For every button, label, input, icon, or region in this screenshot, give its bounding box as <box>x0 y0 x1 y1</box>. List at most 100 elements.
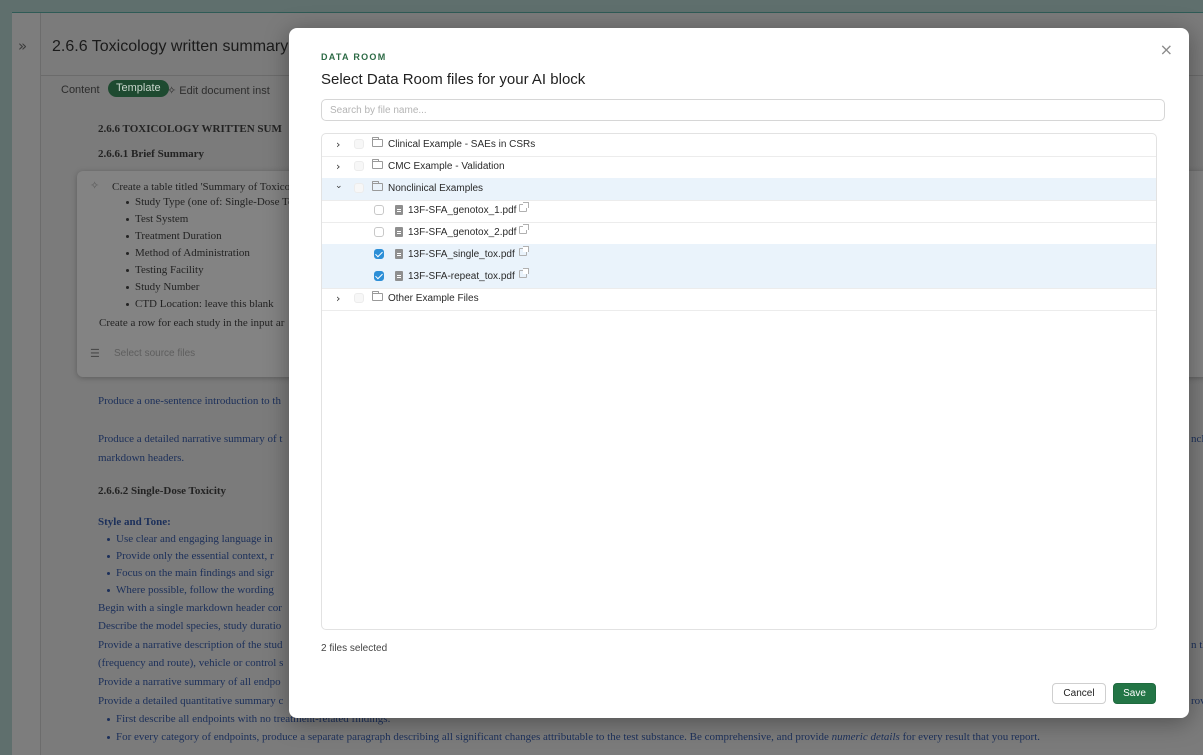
folder-icon <box>372 159 383 169</box>
instruction-line: Provide a detailed quantitative summary … <box>98 695 284 707</box>
instruction-paragraph: markdown headers. <box>98 452 185 464</box>
checkbox[interactable] <box>354 139 364 149</box>
bullet <box>126 269 129 272</box>
tree-folder-nonclinical[interactable]: ⌄ Nonclinical Examples <box>322 178 1156 201</box>
instruction-line: Provide a narrative description of the s… <box>98 639 283 651</box>
sparkle-icon: ✧ <box>90 180 100 192</box>
style-tone-heading: Style and Tone: <box>98 516 171 528</box>
instruction-overflow: n th <box>1191 639 1203 651</box>
close-icon[interactable]: × <box>1160 40 1173 59</box>
list-item: Use clear and engaging language in <box>116 533 273 545</box>
tree-folder-other[interactable]: › Other Example Files <box>322 288 1156 311</box>
checkbox-checked[interactable] <box>374 249 384 259</box>
bullet <box>107 572 110 575</box>
subsection-heading: 2.6.6.1 Brief Summary <box>98 148 205 160</box>
tab-template[interactable]: Template <box>108 80 169 97</box>
bullet <box>107 555 110 558</box>
expand-sidebar-icon[interactable]: » <box>18 37 27 55</box>
open-external-icon[interactable] <box>519 202 529 212</box>
section-heading: 2.6.6 TOXICOLOGY WRITTEN SUM <box>98 123 282 135</box>
folder-icon <box>372 181 383 191</box>
checkbox[interactable] <box>374 227 384 237</box>
bullet <box>126 218 129 221</box>
document-title: 2.6.6 Toxicology written summary <box>52 38 289 55</box>
sidebar-collapse[interactable]: » <box>12 13 41 755</box>
checkbox-checked[interactable] <box>374 271 384 281</box>
select-source-files[interactable]: Select source files <box>114 348 195 359</box>
checkbox[interactable] <box>354 293 364 303</box>
instruction-overflow: ncl <box>1191 433 1203 445</box>
tree-item-label: Other Example Files <box>388 293 479 304</box>
open-external-icon[interactable] <box>519 224 529 234</box>
open-external-icon[interactable] <box>519 246 529 256</box>
file-icon <box>395 271 403 281</box>
bullet <box>126 303 129 306</box>
instruction-overflow: rov <box>1191 695 1203 707</box>
selection-count: 2 files selected <box>321 643 388 654</box>
sparkle-icon: ✧ <box>167 85 180 97</box>
instruction-line: Begin with a single markdown header cor <box>98 602 282 614</box>
file-icon <box>395 227 403 237</box>
instruction-line: (frequency and route), vehicle or contro… <box>98 657 284 669</box>
save-button[interactable]: Save <box>1113 683 1156 704</box>
tab-content[interactable]: Content <box>61 84 100 96</box>
subsection-heading: 2.6.6.2 Single-Dose Toxicity <box>98 485 227 497</box>
list-item: Where possible, follow the wording <box>116 584 274 596</box>
bullet <box>126 286 129 289</box>
list-item: Focus on the main findings and sigr <box>116 567 274 579</box>
edit-instructions-button[interactable]: ✧ Edit document inst <box>167 84 270 97</box>
bullet <box>107 538 110 541</box>
tree-file-genotox-2[interactable]: 13F-SFA_genotox_2.pdf <box>322 222 1156 245</box>
tree-item-label: 13F-SFA_genotox_2.pdf <box>408 227 517 238</box>
bullet <box>126 235 129 238</box>
modal-eyebrow: DATA ROOM <box>321 52 387 62</box>
checkbox[interactable] <box>354 161 364 171</box>
tree-file-single-tox[interactable]: 13F-SFA_single_tox.pdf <box>322 244 1156 267</box>
chevron-right-icon[interactable]: › <box>336 292 340 305</box>
list-item: CTD Location: leave this blank <box>135 298 274 310</box>
filter-icon[interactable]: ☰ <box>90 347 100 360</box>
checkbox[interactable] <box>354 183 364 193</box>
folder-icon <box>372 137 383 147</box>
bullet <box>126 201 129 204</box>
list-item: Testing Facility <box>135 264 204 276</box>
list-item: For every category of endpoints, produce… <box>116 731 1041 743</box>
instruction-line: Describe the model species, study durati… <box>98 620 282 632</box>
data-room-modal: DATA ROOM Select Data Room files for you… <box>289 28 1189 718</box>
cancel-button[interactable]: Cancel <box>1052 683 1106 704</box>
tree-item-label: Clinical Example - SAEs in CSRs <box>388 139 536 150</box>
checkbox[interactable] <box>374 205 384 215</box>
search-input[interactable] <box>321 99 1165 121</box>
open-external-icon[interactable] <box>519 268 529 278</box>
tree-item-label: 13F-SFA_single_tox.pdf <box>408 249 515 260</box>
list-item: Study Type (one of: Single-Dose To <box>135 196 294 208</box>
list-item: Study Number <box>135 281 200 293</box>
chevron-down-icon[interactable]: ⌄ <box>335 181 343 191</box>
folder-icon <box>372 291 383 301</box>
tree-item-label: 13F-SFA-repeat_tox.pdf <box>408 271 515 282</box>
ai-block-intro: Create a table titled 'Summary of Toxico… <box>112 181 299 193</box>
tree-file-genotox-1[interactable]: 13F-SFA_genotox_1.pdf <box>322 200 1156 223</box>
tree-folder-cmc[interactable]: › CMC Example - Validation <box>322 156 1156 179</box>
tree-item-label: CMC Example - Validation <box>388 161 505 172</box>
tree-folder-clinical[interactable]: › Clinical Example - SAEs in CSRs <box>322 134 1156 157</box>
bullet <box>126 252 129 255</box>
tree-file-repeat-tox[interactable]: 13F-SFA-repeat_tox.pdf <box>322 266 1156 289</box>
file-tree: › Clinical Example - SAEs in CSRs › CMC … <box>321 133 1157 630</box>
bullet <box>107 736 110 739</box>
chevron-right-icon[interactable]: › <box>336 160 340 173</box>
file-icon <box>395 249 403 259</box>
instruction-line: Provide a narrative summary of all endpo <box>98 676 281 688</box>
list-item: Treatment Duration <box>135 230 222 242</box>
list-item: Test System <box>135 213 189 225</box>
instruction-paragraph: Produce a detailed narrative summary of … <box>98 433 283 445</box>
modal-title: Select Data Room files for your AI block <box>321 71 586 88</box>
list-item: Method of Administration <box>135 247 250 259</box>
instruction-paragraph: Produce a one-sentence introduction to t… <box>98 395 281 407</box>
tree-item-label: Nonclinical Examples <box>388 183 484 194</box>
ai-block-row-text: Create a row for each study in the input… <box>99 317 285 329</box>
bullet <box>107 718 110 721</box>
list-item: Provide only the essential context, r <box>116 550 274 562</box>
tree-item-label: 13F-SFA_genotox_1.pdf <box>408 205 517 216</box>
chevron-right-icon[interactable]: › <box>336 138 340 151</box>
